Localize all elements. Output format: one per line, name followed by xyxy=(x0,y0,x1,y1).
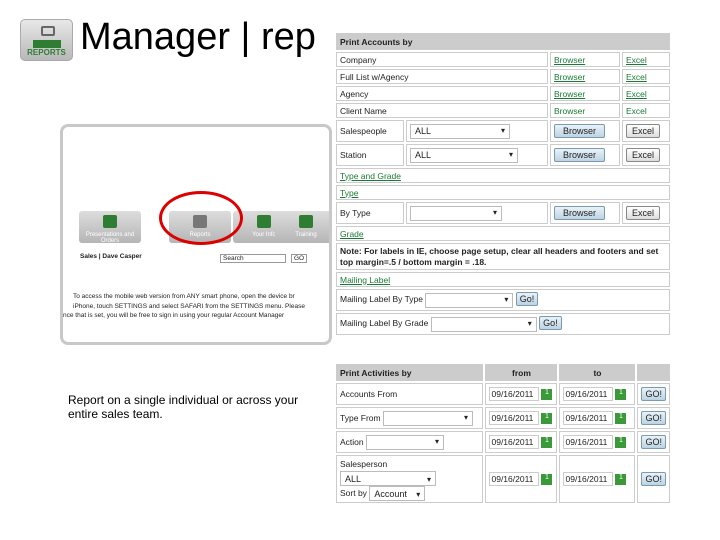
print-activities-table: Print Activities by from to Accounts From … xyxy=(334,362,672,505)
reports-logo: REPORTS xyxy=(20,19,73,61)
row-label: Company xyxy=(336,52,548,67)
activities-header: Print Activities by xyxy=(336,364,484,381)
browser-link[interactable]: Browser xyxy=(550,103,620,118)
from-date-input[interactable]: 09/16/2011 xyxy=(489,435,540,449)
excel-link[interactable]: Excel xyxy=(622,103,670,118)
browser-button[interactable]: Browser xyxy=(554,124,606,138)
browser-button[interactable]: Browser xyxy=(554,206,606,220)
row-label: Action xyxy=(340,436,364,447)
mailing-label-link[interactable]: Mailing Label xyxy=(340,275,390,285)
station-select[interactable]: ALL xyxy=(410,147,518,163)
sort-select[interactable]: Account xyxy=(369,485,426,501)
grade-link[interactable]: Grade xyxy=(340,229,364,239)
browser-button[interactable]: Browser xyxy=(554,148,606,162)
from-date-input[interactable]: 09/16/2011 xyxy=(489,387,540,401)
to-date-input[interactable]: 09/16/2011 xyxy=(563,387,614,401)
go-button[interactable]: GO! xyxy=(641,435,666,449)
go-button[interactable]: GO! xyxy=(641,411,666,425)
to-date-input[interactable]: 09/16/2011 xyxy=(563,411,614,425)
highlight-circle xyxy=(159,191,243,245)
excel-button[interactable]: Excel xyxy=(626,206,661,220)
go-button[interactable]: GO xyxy=(291,254,308,263)
calendar-icon[interactable]: 1 xyxy=(615,413,627,425)
go-button[interactable]: GO! xyxy=(641,387,666,401)
dashboard-screenshot: Presentations and Orders Reports Your In… xyxy=(60,124,332,345)
browser-link[interactable]: Browser xyxy=(554,89,585,99)
calendar-icon[interactable]: 1 xyxy=(541,413,553,425)
action-select[interactable] xyxy=(366,434,444,450)
notice-line: To access the mobile web version from AN… xyxy=(73,293,295,300)
go-button[interactable]: Go! xyxy=(515,292,539,307)
user-label: Sales | Dave Casper xyxy=(80,253,142,260)
go-button[interactable]: Go! xyxy=(539,316,562,331)
row-label: Mailing Label By Type xyxy=(340,294,424,305)
search-input[interactable]: Search xyxy=(220,254,286,263)
row-label: Station xyxy=(336,144,404,166)
browser-link[interactable]: Browser xyxy=(554,72,585,82)
type-link[interactable]: Type xyxy=(340,188,358,198)
to-date-input[interactable]: 09/16/2011 xyxy=(563,472,614,486)
mailing-type-select[interactable] xyxy=(425,292,514,308)
notice-line: nce that is set, you will be free to sig… xyxy=(63,312,285,319)
row-label: Agency xyxy=(336,86,548,101)
labels-note: Note: For labels in IE, choose page setu… xyxy=(336,243,670,270)
calendar-icon[interactable]: 1 xyxy=(541,437,553,449)
excel-link[interactable]: Excel xyxy=(626,89,647,99)
printer-icon xyxy=(41,26,55,36)
calendar-icon[interactable]: 1 xyxy=(615,437,627,449)
calendar-icon[interactable]: 1 xyxy=(541,474,553,486)
calendar-icon[interactable]: 1 xyxy=(615,389,627,401)
tile-training[interactable]: Training xyxy=(275,211,329,243)
row-label: Client Name xyxy=(336,103,548,118)
to-header: to xyxy=(559,364,636,381)
print-accounts-table: Print Accounts by Company Browser Excel Fu… xyxy=(334,31,672,337)
row-label: Mailing Label By Grade xyxy=(340,318,429,329)
notice-line: iPhone, touch SETTINGS and select SAFARI… xyxy=(73,303,305,310)
from-date-input[interactable]: 09/16/2011 xyxy=(489,472,540,486)
from-header: from xyxy=(485,364,558,381)
row-label: Salespeople xyxy=(336,120,404,142)
salesperson-select[interactable]: ALL xyxy=(340,470,436,486)
row-label: Salesperson xyxy=(340,458,388,469)
calendar-icon[interactable]: 1 xyxy=(615,474,627,486)
sort-label: Sort by xyxy=(340,487,367,498)
page-title: Manager | rep xyxy=(80,16,316,58)
excel-button[interactable]: Excel xyxy=(626,124,661,138)
row-label: By Type xyxy=(336,202,404,224)
type-select[interactable] xyxy=(383,410,473,426)
excel-link[interactable]: Excel xyxy=(626,72,647,82)
type-and-grade-link[interactable]: Type and Grade xyxy=(340,171,401,181)
mailing-grade-select[interactable] xyxy=(430,316,537,332)
row-label: Full List w/Agency xyxy=(336,69,548,84)
row-label: Accounts From xyxy=(336,383,484,405)
browser-link[interactable]: Browser xyxy=(554,55,585,65)
accounts-header: Print Accounts by xyxy=(336,33,670,50)
go-button[interactable]: GO! xyxy=(641,472,666,486)
salespeople-select[interactable]: ALL xyxy=(410,123,510,139)
caption: Report on a single individual or across … xyxy=(68,393,299,421)
from-date-input[interactable]: 09/16/2011 xyxy=(489,411,540,425)
to-date-input[interactable]: 09/16/2011 xyxy=(563,435,614,449)
tile-presentations[interactable]: Presentations and Orders xyxy=(79,211,141,244)
excel-link[interactable]: Excel xyxy=(626,55,647,65)
by-type-select[interactable] xyxy=(410,205,502,221)
excel-button[interactable]: Excel xyxy=(626,148,661,162)
row-label: Type From xyxy=(340,412,381,423)
calendar-icon[interactable]: 1 xyxy=(541,389,553,401)
